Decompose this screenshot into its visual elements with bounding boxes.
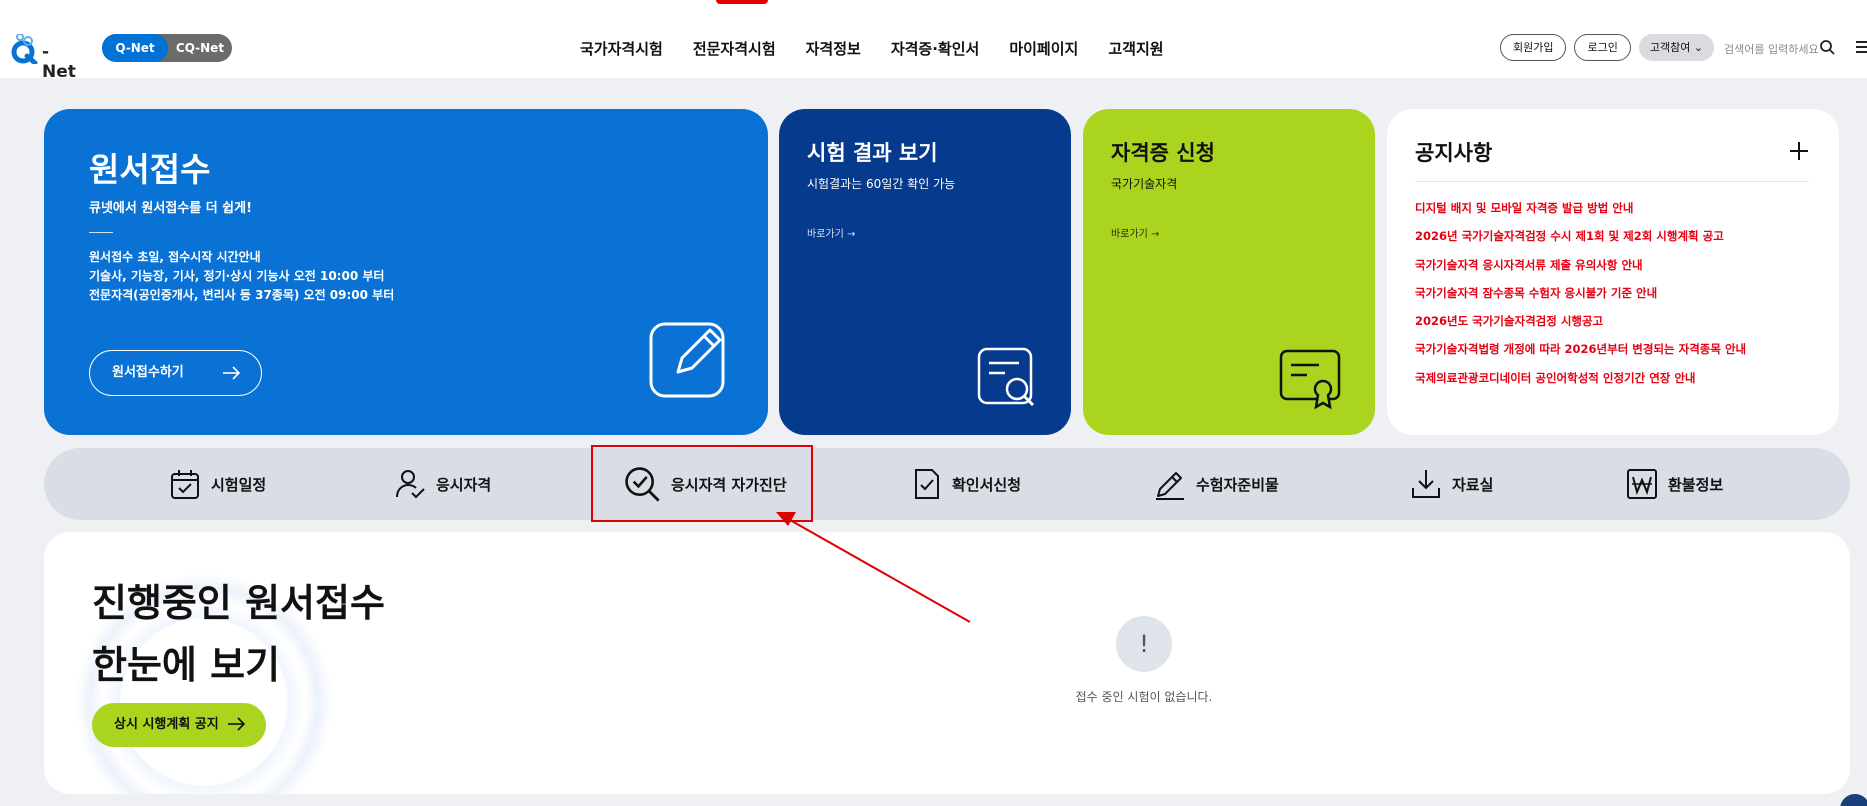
site-switch: Q-Net CQ-Net xyxy=(102,34,232,62)
application-subtitle: 큐넷에서 원서접수를 더 쉽게! xyxy=(89,201,253,216)
search-input[interactable]: 검색어를 입력하세요 xyxy=(1724,41,1819,57)
exam-result-subtitle: 시험결과는 60일간 확인 가능 xyxy=(807,177,956,191)
regular-schedule-notice-label: 상시 시행계획 공지 xyxy=(114,717,219,732)
quick-eligibility[interactable]: 응시자격 xyxy=(394,448,491,520)
exam-result-card[interactable]: 시험 결과 보기 시험결과는 60일간 확인 가능 바로가기 → xyxy=(779,109,1071,435)
edit-document-icon xyxy=(649,322,725,398)
notice-item[interactable]: 국가기술자격 잠수종목 수험자 응시불가 기준 안내 xyxy=(1415,285,1746,313)
apply-now-label: 원서접수하기 xyxy=(112,365,184,380)
exam-result-title: 시험 결과 보기 xyxy=(807,141,938,165)
arrow-right-icon xyxy=(228,717,246,731)
quick-label: 응시자격 xyxy=(436,475,492,494)
notice-item[interactable]: 국가기술자격 응시자격서류 제출 유의사항 안내 xyxy=(1415,257,1746,285)
ongoing-title-line: 진행중인 원서접수 xyxy=(92,581,385,625)
notice-item[interactable]: 국가기술자격법령 개정에 따라 2026년부터 변경되는 자격종목 안내 xyxy=(1415,341,1746,369)
notice-item[interactable]: 국제의료관광코디네이터 공인어학성적 인정기간 연장 안내 xyxy=(1415,370,1746,398)
active-tab-indicator xyxy=(716,0,768,4)
certificate-icon xyxy=(1279,349,1341,409)
application-notice-line: 원서접수 초일, 접수시작 시간안내 xyxy=(89,250,261,264)
notice-item[interactable]: 디지털 배지 및 모바일 자격증 발급 방법 안내 xyxy=(1415,200,1746,228)
cqnet-switch-button[interactable]: CQ-Net xyxy=(168,34,232,62)
ongoing-title: 진행중인 원서접수 한눈에 보기 xyxy=(92,572,385,696)
floating-button[interactable] xyxy=(1840,794,1867,806)
certificate-title: 자격증 신청 xyxy=(1111,141,1215,165)
chevron-down-icon: ⌄ xyxy=(1693,41,1704,54)
document-search-icon xyxy=(977,347,1035,407)
nav-professional-exam[interactable]: 전문자격시험 xyxy=(693,38,776,59)
application-card: 원서접수 큐넷에서 원서접수를 더 쉽게! 원서접수 초일, 접수시작 시간안내… xyxy=(44,109,768,435)
won-icon xyxy=(1627,469,1657,499)
nav-support[interactable]: 고객지원 xyxy=(1108,38,1163,59)
qnet-logo[interactable]: -Net xyxy=(10,18,80,82)
nav-national-exam[interactable]: 국가자격시험 xyxy=(580,38,663,59)
application-notice-line: 전문자격(공인중개사, 변리사 등 37종목) 오전 09:00 부터 xyxy=(89,288,395,302)
notice-card: 공지사항 디지털 배지 및 모바일 자격증 발급 방법 안내 2026년 국가기… xyxy=(1387,109,1839,435)
application-notice-line: 기술사, 기능장, 기사, 정기·상시 기능사 오전 10:00 부터 xyxy=(89,269,385,283)
quick-refund-info[interactable]: 환불정보 xyxy=(1626,448,1723,520)
exclamation-icon: ! xyxy=(1116,616,1172,672)
ongoing-application-panel: 진행중인 원서접수 한눈에 보기 상시 시행계획 공지 ! 접수 중인 시험이 … xyxy=(44,532,1850,794)
notice-item[interactable]: 2026년 국가기술자격검정 수시 제1회 및 제2회 시행계획 공고 xyxy=(1415,228,1746,256)
customer-participation-dropdown[interactable]: 고객참여 ⌄ xyxy=(1638,34,1715,61)
regular-schedule-notice-button[interactable]: 상시 시행계획 공지 xyxy=(92,703,266,747)
certificate-link[interactable]: 바로가기 → xyxy=(1111,225,1159,240)
application-title: 원서접수 xyxy=(89,150,211,189)
site-header: -Net Q-Net CQ-Net 국가자격시험 전문자격시험 자격정보 자격증… xyxy=(0,0,1867,82)
person-check-icon xyxy=(396,470,425,499)
quick-menu-bar: 시험일정 응시자격 응시자격 자가진단 확인서신청 수험자준비물 자료실 환불정… xyxy=(44,448,1850,520)
annotation-highlight-box xyxy=(591,445,813,522)
notice-item[interactable]: 2026년도 국가기술자격검정 시행공고 xyxy=(1415,313,1746,341)
application-notice: 원서접수 초일, 접수시작 시간안내 기술사, 기능장, 기사, 정기·상시 기… xyxy=(89,248,394,305)
document-check-icon xyxy=(915,469,939,499)
download-icon xyxy=(1412,470,1440,498)
qnet-switch-button[interactable]: Q-Net xyxy=(102,34,168,62)
quick-examinee-supplies[interactable]: 수험자준비물 xyxy=(1154,448,1279,520)
arrow-right-icon xyxy=(223,366,241,380)
nav-certificate[interactable]: 자격증·확인서 xyxy=(891,38,980,59)
notice-list: 디지털 배지 및 모바일 자격증 발급 방법 안내 2026년 국가기술자격검정… xyxy=(1415,200,1746,398)
quick-exam-schedule[interactable]: 시험일정 xyxy=(169,448,266,520)
divider xyxy=(1415,181,1809,182)
apply-now-button[interactable]: 원서접수하기 xyxy=(89,350,262,396)
search-icon[interactable] xyxy=(1819,39,1835,55)
quick-label: 수험자준비물 xyxy=(1196,475,1279,494)
divider xyxy=(89,232,113,233)
quick-label: 환불정보 xyxy=(1668,475,1724,494)
main-navigation: 국가자격시험 전문자격시험 자격정보 자격증·확인서 마이페이지 고객지원 xyxy=(580,38,1164,59)
calendar-check-icon xyxy=(171,470,199,499)
ongoing-title-line: 한눈에 보기 xyxy=(92,643,281,687)
notice-title: 공지사항 xyxy=(1415,141,1493,165)
quick-confirmation-request[interactable]: 확인서신청 xyxy=(910,448,1021,520)
quick-label: 자료실 xyxy=(1452,475,1494,494)
quick-archive[interactable]: 자료실 xyxy=(1410,448,1493,520)
pencil-icon xyxy=(1156,472,1184,500)
exam-result-link[interactable]: 바로가기 → xyxy=(807,225,855,240)
certificate-card[interactable]: 자격증 신청 국가기술자격 바로가기 → xyxy=(1083,109,1375,435)
quick-label: 확인서신청 xyxy=(952,475,1022,494)
nav-qualification-info[interactable]: 자격정보 xyxy=(806,38,861,59)
hamburger-menu-icon[interactable] xyxy=(1856,40,1867,54)
logo-text: -Net xyxy=(42,42,76,82)
plus-icon[interactable] xyxy=(1789,141,1809,161)
quick-label: 시험일정 xyxy=(211,475,267,494)
nav-mypage[interactable]: 마이페이지 xyxy=(1009,38,1078,59)
empty-state-text: 접수 중인 시험이 없습니다. xyxy=(1075,690,1213,704)
certificate-subtitle: 국가기술자격 xyxy=(1111,177,1178,191)
qnet-logo-mark-icon xyxy=(11,34,38,64)
customer-participation-label: 고객참여 xyxy=(1649,41,1691,54)
login-button[interactable]: 로그인 xyxy=(1574,34,1631,61)
utility-menu: 회원가입 로그인 고객참여 ⌄ xyxy=(1500,34,1715,61)
signup-button[interactable]: 회원가입 xyxy=(1500,34,1567,61)
